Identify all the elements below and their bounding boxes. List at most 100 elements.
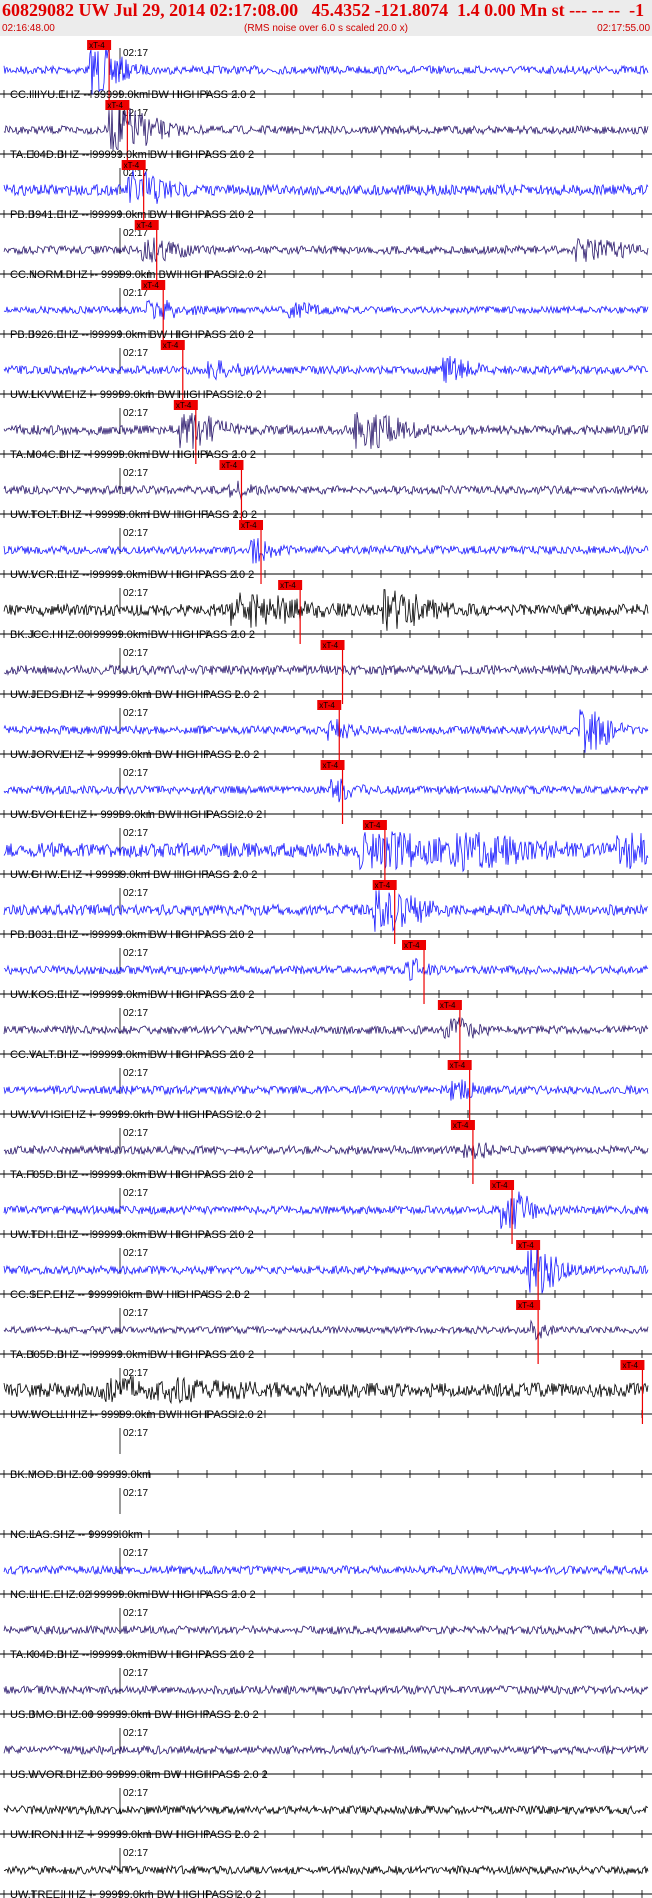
waveform <box>3 1804 648 1816</box>
trace-13: 02:17 xT-4 UW.GHW.EHZ -- 99999.0km BW HIGH… <box>0 820 652 884</box>
waveform <box>3 480 649 501</box>
rms-note: (RMS noise over 6.0 s scaled 20.0 x) <box>244 23 408 34</box>
minute-label: 02:17 <box>123 1008 148 1019</box>
station-label: NC.LHE.EHZ.02 99999.0km BW HIGHPASS 2.0 … <box>10 1589 256 1601</box>
waveform <box>3 1744 649 1756</box>
trace-11: 02:17 xT-4 UW.JORV.EHZ -- 99999.0km BW HIG… <box>0 700 652 764</box>
minute-label: 02:17 <box>123 1488 148 1499</box>
station-label: UW.LKVW.EHZ -- 99999.0km BW HIGHPASS 2.0… <box>10 389 262 401</box>
station-label: CC.NORM.BHZ -- 99999.0km BW HIGHPASS 2.0… <box>10 269 263 281</box>
waveform <box>3 1142 649 1160</box>
station-label: UW.IRON.HHZ -- 99999.0km BW HIGHPASS 2.0… <box>10 1829 259 1841</box>
pick-label: xT-4 <box>176 401 192 410</box>
event-title: 60829082 UW Jul 29, 2014 02:17:08.00 45.… <box>2 0 645 20</box>
trace-18: 02:17 xT-4 TA.F05D.BHZ -- 99999.0km BW HIG… <box>0 1120 652 1184</box>
header-bar: 60829082 UW Jul 29, 2014 02:17:08.00 45.… <box>0 0 652 36</box>
pick-label: xT-4 <box>280 581 296 590</box>
trace-25: 02:17 NC.LHE.EHZ.02 99999.0km BW HIGHPASS… <box>0 1548 652 1601</box>
station-label: UW.TDH.EHZ -- 99999.0km BW HIGHPASS 2.0 … <box>10 1229 254 1241</box>
station-label: TA.F05D.BHZ -- 99999.0km BW HIGHPASS 2.0… <box>10 1169 254 1181</box>
station-label: UW.WOLL.HHZ -- 99999.0km BW HIGHPASS 2.0… <box>10 1409 263 1421</box>
pick-label: xT-4 <box>107 101 123 110</box>
pick-label: xT-4 <box>622 1361 638 1370</box>
station-label: TA.E04D.BHZ -- 99999.0km BW HIGHPASS 2.0… <box>10 149 254 161</box>
trace-7: 02:17 xT-4 UW.TOLT.BHZ -- 99999.0km BW HIG… <box>0 460 652 524</box>
minute-label: 02:17 <box>123 408 148 419</box>
station-label: CC.HIYU.EHZ -- 99999.0km BW HIGHPASS 2.0… <box>10 89 256 101</box>
waveform <box>3 1245 649 1294</box>
waveform <box>3 778 649 803</box>
trace-19: 02:17 xT-4 UW.TDH.EHZ -- 99999.0km BW HIGH… <box>0 1180 652 1244</box>
waveform <box>3 663 649 676</box>
station-label: TA.M04C.BHZ -- 99999.0km BW HIGHPASS 2.0… <box>10 449 256 461</box>
waveform <box>3 1624 649 1636</box>
waveform <box>3 709 649 753</box>
trace-4: 02:17xT-4PB.B926.EHZ -- 99999.0km BW HIG… <box>0 280 652 344</box>
trace-17: 02:17 xT-4 UW.VVHS.EHZ -- 99999.0km BW HIG… <box>0 1060 652 1124</box>
minute-label: 02:17 <box>123 1668 148 1679</box>
minute-label: 02:17 <box>123 948 148 959</box>
station-label: PB.B926.EHZ -- 99999.0km BW HIGHPASS 2.0… <box>10 329 254 341</box>
waveform <box>3 1079 649 1101</box>
pick-label: xT-4 <box>492 1181 508 1190</box>
pick-label: xT-4 <box>518 1301 534 1310</box>
trace-10: 02:17 xT-4 UW.JEDS.BHZ -- 99999.0km BW HIG… <box>0 640 652 704</box>
minute-label: 02:17 <box>123 768 148 779</box>
waveform <box>3 890 649 933</box>
trace-23: 02:17 BK.MOD.BHZ.00 99999.0km <box>0 1428 652 1481</box>
seismogram-panel: 02:17xT-4CC.HIYU.EHZ -- 99999.0km BW HIG… <box>0 40 652 1898</box>
station-label: TA.K04D.BHZ -- 99999.0km BW HIGHPASS 2.0… <box>10 1649 254 1661</box>
trace-29: 02:17 UW.IRON.HHZ -- 99999.0km BW HIGHPAS… <box>0 1788 652 1841</box>
pick-label: xT-4 <box>319 701 335 710</box>
station-label: BK.JCC.HHZ.00 99999.0km BW HIGHPASS 2.0 … <box>10 629 255 641</box>
waveform <box>3 1191 649 1230</box>
station-label: UW.GHW.EHZ -- 99999.0km BW HIGHPASS 2.0 … <box>10 869 257 881</box>
pick-label: xT-4 <box>137 221 153 230</box>
waveform <box>3 1684 649 1696</box>
minute-label: 02:17 <box>123 1728 148 1739</box>
pick-label: xT-4 <box>323 641 339 650</box>
pick-label: xT-4 <box>440 1001 456 1010</box>
trace-12: 02:17 xT-4 UW.SVOH.EHZ -- 99999.0km BW HIG… <box>0 760 652 824</box>
pick-label: xT-4 <box>323 761 339 770</box>
minute-label: 02:17 <box>123 468 148 479</box>
minute-label: 02:17 <box>123 528 148 539</box>
trace-15: 02:17 xT-4 UW.KOS.EHZ -- 99999.0km BW HIGH… <box>0 940 652 1004</box>
pick-label: xT-4 <box>450 1061 466 1070</box>
minute-label: 02:17 <box>123 828 148 839</box>
trace-27: 02:17 US.BMO.BHZ.00 99999.0km BW HIGHPASS… <box>0 1668 652 1721</box>
station-label: PB.B941.EHZ -- 99999.0km BW HIGHPASS 2.0… <box>10 209 254 221</box>
waveform <box>3 170 649 204</box>
waveform <box>3 1564 649 1576</box>
minute-label: 02:17 <box>123 1428 148 1439</box>
trace-2: 02:17xT-4PB.B941.EHZ -- 99999.0km BW HIG… <box>0 160 652 224</box>
waveform <box>3 1319 649 1341</box>
waveform <box>3 1017 649 1040</box>
pick-label: xT-4 <box>143 281 159 290</box>
trace-16: 02:17 xT-4 CC.VALT.BHZ -- 99999.0km BW HIG… <box>0 1000 652 1064</box>
minute-label: 02:17 <box>123 48 148 59</box>
trace-9: 02:17 xT-4 BK.JCC.HHZ.00 99999.0km BW HIGH… <box>0 580 652 644</box>
minute-label: 02:17 <box>123 1308 148 1319</box>
waveform <box>3 46 649 95</box>
waveform <box>3 355 649 383</box>
pick-label: xT-4 <box>124 161 140 170</box>
station-label: CC.VALT.BHZ -- 99999.0km BW HIGHPASS 2.0… <box>10 1049 254 1061</box>
trace-24: 02:17 NC.LAS.SHZ -- 99999.0km <box>0 1488 652 1541</box>
trace-22: 02:17 xT-4 UW.WOLL.HHZ -- 99999.0km BW HIG… <box>0 1360 652 1424</box>
station-label: UW.VCR.EHZ -- 99999.0km BW HIGHPASS 2.0 … <box>10 569 254 581</box>
waveform <box>3 412 649 449</box>
waveform <box>3 957 649 981</box>
pick-label: xT-4 <box>375 881 391 890</box>
minute-label: 02:17 <box>123 648 148 659</box>
waveform <box>3 1864 649 1876</box>
minute-label: 02:17 <box>123 1188 148 1199</box>
station-label: UW.JEDS.BHZ -- 99999.0km BW HIGHPASS 2.0… <box>10 689 259 701</box>
station-label: US.WVOR.BHZ.00 99999.0km BW HIGHPASS 2.0… <box>10 1769 268 1781</box>
trace-3: 02:17xT-4CC.NORM.BHZ -- 99999.0km BW HIG… <box>0 220 652 284</box>
minute-label: 02:17 <box>123 1608 148 1619</box>
minute-label: 02:17 <box>123 1068 148 1079</box>
trace-5: 02:17 xT-4 UW.LKVW.EHZ -- 99999.0km BW HIG… <box>0 340 652 404</box>
waveform <box>3 589 649 631</box>
station-label: UW.SVOH.EHZ -- 99999.0km BW HIGHPASS 2.0… <box>10 809 262 821</box>
